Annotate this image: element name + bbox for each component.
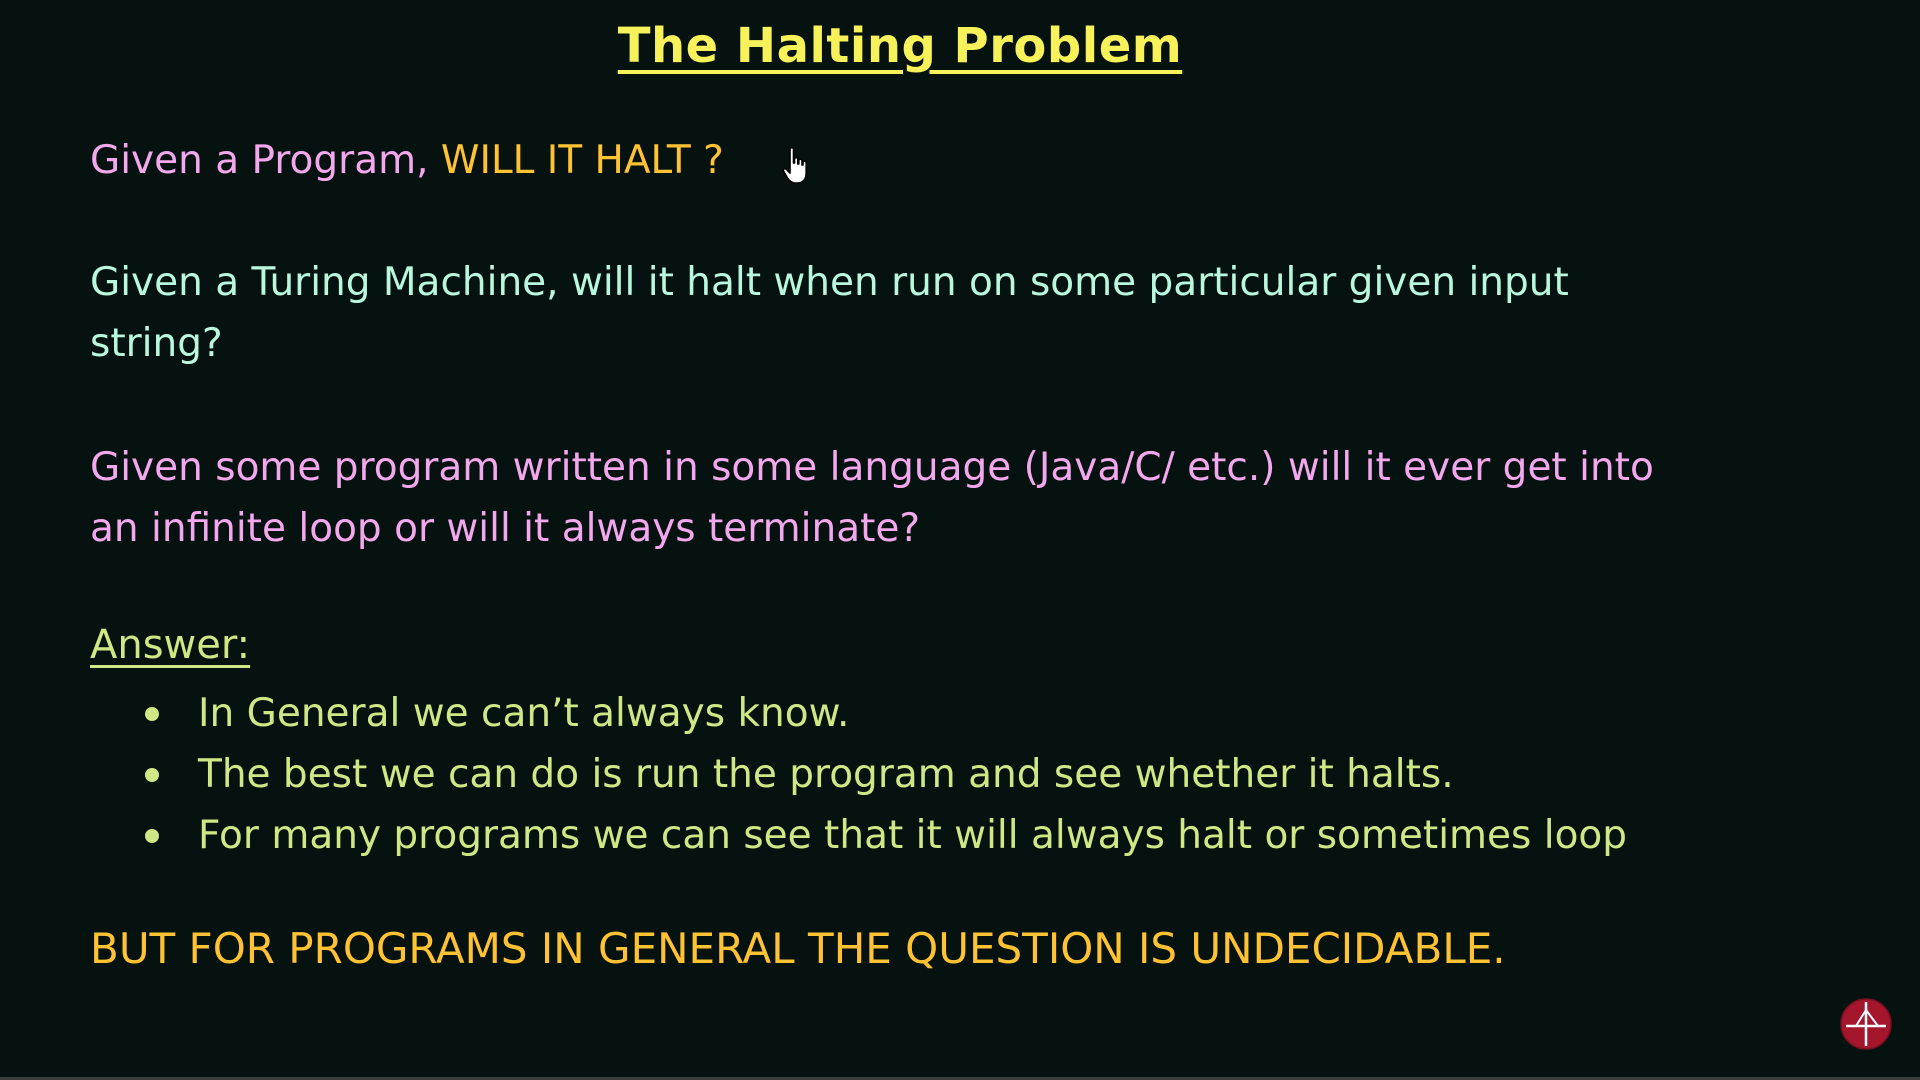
bullet-icon bbox=[145, 768, 159, 782]
hand-pointer-icon bbox=[782, 146, 807, 184]
slide: The Halting Problem Given a Program, WIL… bbox=[0, 0, 1920, 1080]
slide-title: The Halting Problem bbox=[617, 18, 1183, 74]
program-line-1: Given some program written in some langu… bbox=[90, 445, 1654, 490]
bullet-icon bbox=[145, 829, 159, 843]
answer-item-text: In General we can’t always know. bbox=[198, 691, 850, 736]
answer-item-text: The best we can do is run the program an… bbox=[198, 752, 1454, 797]
question-emphasis: WILL IT HALT ? bbox=[440, 138, 724, 183]
answer-item: The best we can do is run the program an… bbox=[145, 744, 1627, 805]
conclusion-text: BUT FOR PROGRAMS IN GENERAL THE QUESTION… bbox=[90, 924, 1506, 973]
turing-line-2: string? bbox=[90, 321, 223, 366]
answer-list: In General we can’t always know. The bes… bbox=[145, 683, 1627, 866]
turing-line-1: Given a Turing Machine, will it halt whe… bbox=[90, 260, 1569, 305]
answer-heading: Answer: bbox=[90, 622, 251, 668]
question-line: Given a Program, WILL IT HALT ? bbox=[90, 130, 724, 191]
answer-item-text: For many programs we can see that it wil… bbox=[198, 813, 1628, 858]
program-line-2: an infinite loop or will it always termi… bbox=[90, 506, 921, 551]
answer-item: For many programs we can see that it wil… bbox=[145, 805, 1627, 866]
bullet-icon bbox=[145, 707, 159, 721]
question-prefix: Given a Program, bbox=[90, 138, 441, 183]
answer-item: In General we can’t always know. bbox=[145, 683, 1627, 744]
channel-logo-icon bbox=[1840, 998, 1892, 1050]
